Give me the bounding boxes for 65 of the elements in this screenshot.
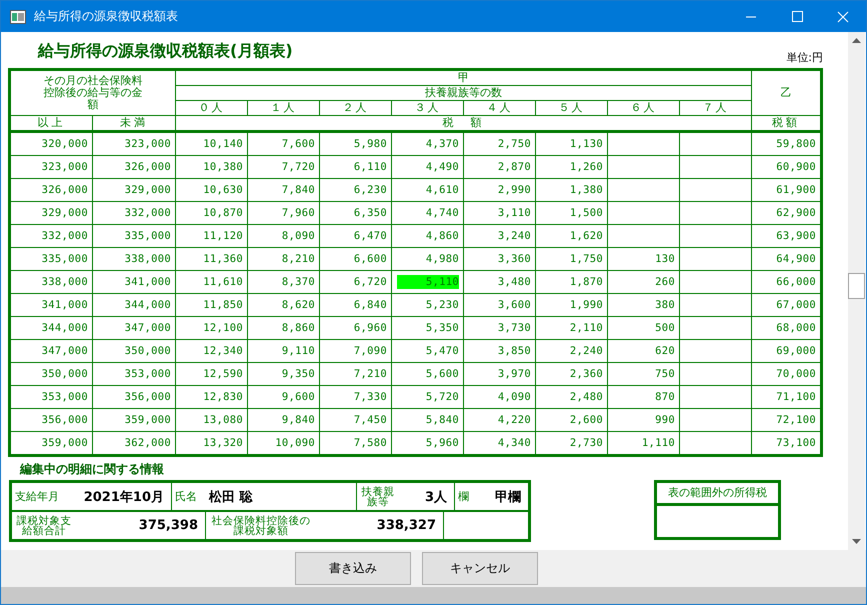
table-cell: 335,000: [10, 248, 92, 270]
field-label: 課税対象支給額合計: [16, 516, 72, 536]
table-cell: 335,000: [92, 224, 176, 248]
table-cell: 344,000: [92, 294, 176, 316]
column-header: 乙: [780, 86, 792, 99]
field-value: 375,398: [138, 518, 198, 533]
field-label: 支給年月: [15, 492, 59, 502]
field-label: 社会保険料控除後の課税対象額: [210, 516, 312, 536]
table-cell: 326,000: [92, 156, 176, 178]
window-title: 給与所得の源泉徴収税額表: [34, 8, 178, 25]
table-cell: 347,000: [10, 340, 92, 362]
column-header: ３人: [414, 101, 440, 114]
column-header: １人: [270, 101, 296, 114]
table-cell: 353,000: [92, 362, 176, 386]
table-cell: 320,000: [10, 132, 92, 156]
table-cell: 332,000: [92, 202, 176, 224]
app-icon: [10, 10, 26, 24]
section-title: 編集中の明細に関する情報: [20, 461, 165, 478]
column-header: その月の社会保険料控除後の給与等の金額: [42, 75, 144, 111]
table-cell: 329,000: [10, 202, 92, 224]
column-header: ６人: [630, 101, 656, 114]
field-value: 松田 聡: [209, 488, 253, 506]
page-heading: 給与所得の源泉徴収税額表(月額表): [38, 41, 293, 62]
table-cell: 350,000: [92, 340, 176, 362]
column-header: ７人: [702, 101, 728, 114]
column-header: 甲: [458, 71, 469, 84]
column-header: ４人: [486, 101, 512, 114]
table-cell: 347,000: [92, 316, 176, 340]
column-header: ０人: [198, 101, 224, 114]
table-cell: 341,000: [10, 294, 92, 316]
field-value: 338,327: [376, 518, 436, 533]
table-cell: 332,000: [10, 224, 92, 248]
table-cell: 323,000: [10, 156, 92, 178]
scrollbar[interactable]: [848, 32, 865, 550]
table-cell: 338,000: [10, 270, 92, 294]
field-value: 甲欄: [495, 488, 521, 506]
column-header: 税額: [772, 116, 800, 129]
field-value: 3人: [424, 488, 447, 506]
field-label: 氏名: [175, 492, 197, 502]
column-header: ２人: [342, 101, 368, 114]
table-cell[interactable]: 5,110: [397, 275, 459, 289]
table-cell: 356,000: [10, 408, 92, 432]
field-label: 扶養親族等: [360, 486, 396, 506]
column-header: 以上: [38, 116, 66, 129]
scroll-thumb[interactable]: [848, 273, 865, 299]
cancel-button[interactable]: キャンセル: [422, 552, 538, 585]
table-cell: 344,000: [10, 316, 92, 340]
column-header: 扶養親族等の数: [425, 86, 502, 99]
table-cell: 323,000: [92, 132, 176, 156]
field-label: 欄: [458, 492, 469, 502]
write-button[interactable]: 書き込み: [295, 552, 411, 585]
unit-label: 単位:円: [786, 50, 823, 65]
column-header: 税 額: [442, 116, 484, 129]
table-cell: 350,000: [10, 362, 92, 386]
table-cell: 353,000: [10, 386, 92, 408]
column-header: 未満: [120, 116, 148, 129]
table-cell: 329,000: [92, 178, 176, 202]
table-cell: 341,000: [92, 270, 176, 294]
panel-title: 表の範囲外の所得税: [657, 483, 778, 506]
column-header: ５人: [558, 101, 584, 114]
table-cell: 326,000: [10, 178, 92, 202]
table-cell: 359,000: [92, 408, 176, 432]
table-cell: 338,000: [92, 248, 176, 270]
table-cell: 356,000: [92, 386, 176, 408]
field-value: 2021年10月: [84, 488, 164, 506]
